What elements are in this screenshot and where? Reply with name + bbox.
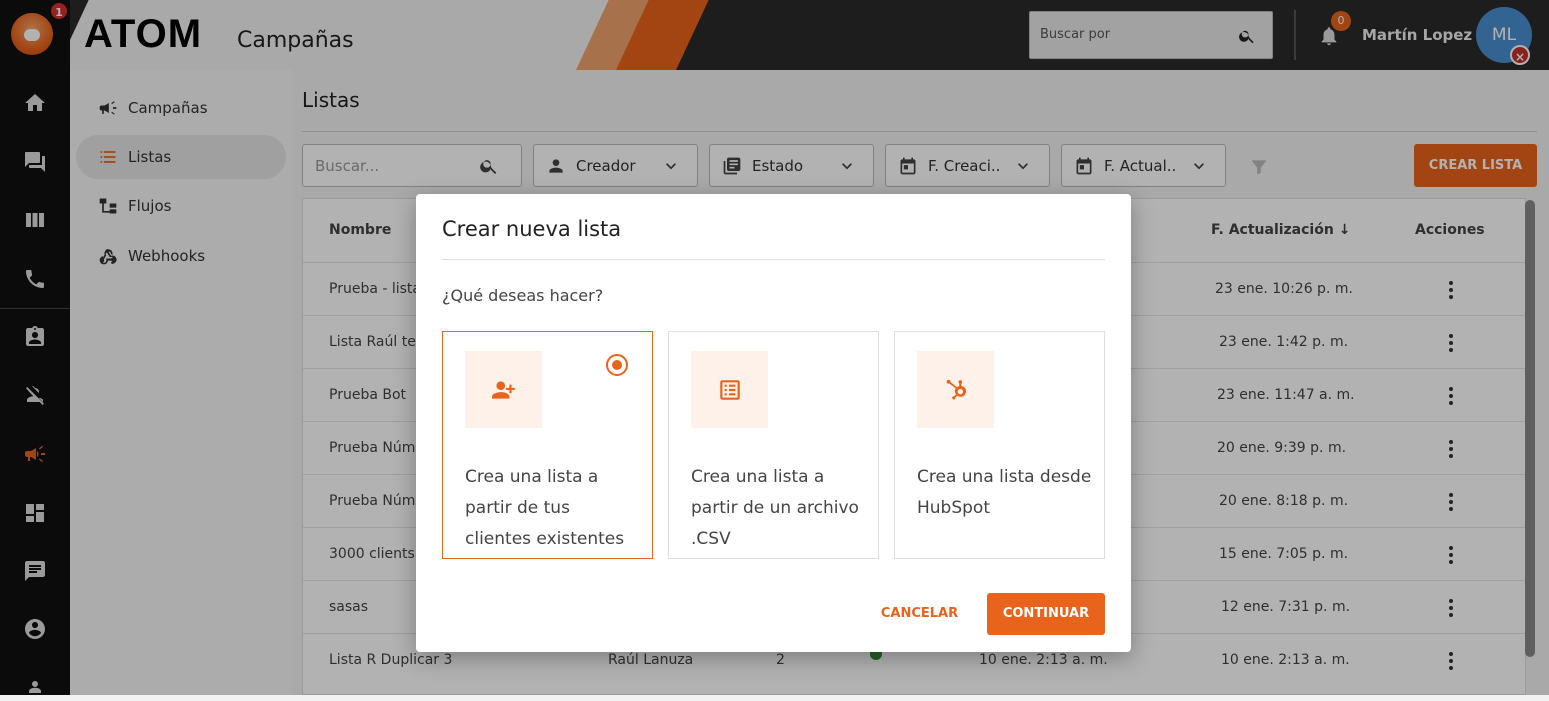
person-add-icon	[491, 380, 515, 399]
cancel-button[interactable]: CANCELAR	[872, 593, 967, 635]
dialog-question: ¿Qué deseas hacer?	[442, 286, 604, 305]
dialog-title: Crear nueva lista	[442, 217, 622, 241]
option-existing-clients[interactable]: Crea una lista a partir de tus clientes …	[442, 331, 653, 559]
option-icon-box	[917, 351, 994, 428]
create-list-dialog: Crear nueva lista ¿Qué deseas hacer? Cre…	[416, 194, 1131, 652]
option-csv-file[interactable]: Crea una lista a partir de un archivo .C…	[668, 331, 879, 559]
option-text: Crea una lista a partir de un archivo .C…	[691, 467, 859, 549]
option-text: Crea una lista desde HubSpot	[917, 467, 1092, 518]
hubspot-icon	[946, 379, 966, 400]
dialog-divider	[442, 259, 1105, 260]
option-icon-box	[465, 351, 542, 428]
option-hubspot[interactable]: Crea una lista desde HubSpot	[894, 331, 1105, 559]
continue-button[interactable]: CONTINUAR	[987, 593, 1105, 635]
option-text: Crea una lista a partir de tus clientes …	[465, 467, 625, 549]
list-document-icon	[719, 379, 740, 400]
option-icon-box	[691, 351, 768, 428]
option-radio-selected[interactable]	[606, 354, 628, 376]
